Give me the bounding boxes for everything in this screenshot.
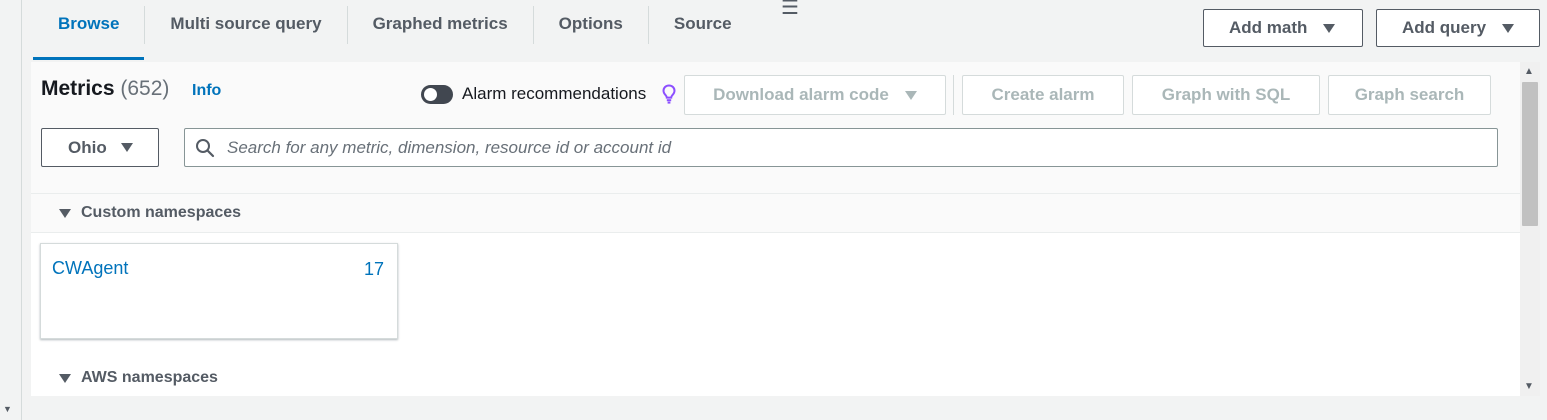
bottom-strip (23, 396, 1547, 420)
namespace-metric-count: 17 (363, 259, 384, 279)
caret-down-icon (904, 90, 917, 100)
menu-icon[interactable]: ☰ (781, 0, 799, 18)
info-link[interactable]: Info (192, 82, 221, 100)
namespace-card-cwagent[interactable]: CWAgent 17 (40, 243, 398, 339)
aws-namespaces-label: AWS namespaces (81, 369, 218, 386)
metrics-title-text: Metrics (41, 77, 115, 100)
metrics-browser-panel: Metrics (652) Info Alarm recommendations… (31, 62, 1520, 396)
toolbar-divider (953, 75, 954, 115)
region-select[interactable]: Ohio (41, 128, 159, 167)
aws-namespaces-header[interactable]: AWS namespaces (31, 358, 1520, 396)
namespace-name-link[interactable]: CWAgent (52, 258, 128, 279)
graph-search-button[interactable]: Graph search (1328, 75, 1491, 115)
metrics-count: (652) (120, 77, 170, 100)
scroll-down-arrow-icon[interactable]: ▼ (1524, 381, 1534, 392)
tab-multi-source-query[interactable]: Multi source query (145, 0, 346, 60)
tab-options[interactable]: Options (534, 0, 648, 60)
add-query-button[interactable]: Add query (1376, 9, 1540, 47)
tab-source[interactable]: Source (649, 0, 757, 60)
search-input[interactable]: Search for any metric, dimension, resour… (184, 128, 1498, 167)
search-placeholder: Search for any metric, dimension, resour… (227, 137, 672, 157)
graph-with-sql-button[interactable]: Graph with SQL (1132, 75, 1320, 115)
rail-collapse-caret-icon[interactable]: ▼ (3, 404, 12, 414)
caret-down-icon (1323, 23, 1336, 33)
download-alarm-code-button[interactable]: Download alarm code (684, 75, 946, 115)
add-math-button[interactable]: Add math (1203, 9, 1363, 47)
create-alarm-button[interactable]: Create alarm (962, 75, 1124, 115)
download-alarm-code-label: Download alarm code (713, 85, 889, 104)
tab-graphed-metrics[interactable]: Graphed metrics (348, 0, 533, 60)
search-icon (196, 138, 215, 157)
page-title: Metrics (652) (41, 77, 169, 101)
custom-namespaces-header[interactable]: Custom namespaces (31, 193, 1520, 233)
vertical-scrollbar[interactable]: ▲ ▼ (1520, 62, 1540, 396)
lightbulb-icon[interactable] (662, 84, 676, 104)
left-rail: ▼ (0, 0, 22, 420)
alarm-recommendations-label: Alarm recommendations (462, 84, 647, 103)
create-alarm-label: Create alarm (991, 85, 1095, 104)
custom-namespaces-label: Custom namespaces (81, 204, 242, 221)
alarm-recommendations-toggle[interactable] (421, 85, 453, 104)
scroll-up-arrow-icon[interactable]: ▲ (1524, 66, 1534, 77)
caret-down-icon (59, 208, 71, 218)
toggle-knob (424, 88, 437, 101)
graph-search-label: Graph search (1354, 85, 1465, 104)
caret-down-icon (1502, 23, 1515, 33)
add-query-label: Add query (1402, 18, 1487, 37)
tab-bar: Browse Multi source query Graphed metric… (33, 0, 757, 60)
caret-down-icon (120, 143, 133, 152)
region-select-value: Ohio (68, 137, 107, 157)
add-math-label: Add math (1229, 18, 1308, 37)
scrollbar-thumb[interactable] (1522, 82, 1538, 226)
tab-browse[interactable]: Browse (33, 0, 145, 60)
graph-with-sql-label: Graph with SQL (1161, 85, 1291, 104)
caret-down-icon (59, 373, 71, 383)
